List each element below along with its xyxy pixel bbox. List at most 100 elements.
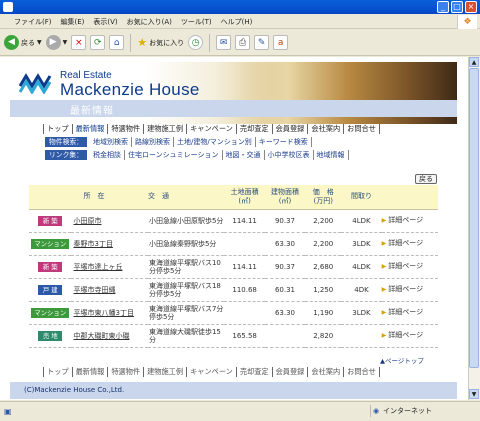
search-link-area[interactable]: 地域別検索 <box>90 136 132 147</box>
traffic-cell: 小田急線秦野駅歩5分 <box>147 232 225 256</box>
detail-cell[interactable]: 詳細ページ <box>381 278 438 302</box>
detail-cell[interactable]: 詳細ページ <box>381 209 438 233</box>
address-cell[interactable]: 秦野市3丁目 <box>71 232 148 256</box>
footer-nav-company[interactable]: 会社案内 <box>308 367 345 377</box>
footer-bar: (C)Mackenzie House Co.,Ltd. <box>10 382 457 399</box>
scroll-up-icon[interactable]: ▲ <box>469 57 479 67</box>
print-icon[interactable]: ⎙ <box>235 35 251 50</box>
home-icon[interactable]: ⌂ <box>109 35 125 50</box>
nav-appraisal[interactable]: 売却査定 <box>237 124 273 134</box>
address-cell[interactable]: 平塚市寺田縄 <box>71 278 148 302</box>
scroll-down-icon[interactable]: ▼ <box>469 389 479 399</box>
menu-favorites[interactable]: お気に入り(A) <box>127 17 172 27</box>
footer-nav-contact[interactable]: お問合せ <box>344 367 380 377</box>
building-cell: 63.30 <box>264 232 306 256</box>
back-button[interactable]: ◀ 戻る ▼ <box>4 35 42 50</box>
link-school[interactable]: 小中学校区表 <box>265 149 314 160</box>
land-cell: 165.58 <box>224 324 265 348</box>
close-button[interactable]: × <box>465 1 477 13</box>
nav-latest[interactable]: 最新情報 <box>73 124 109 134</box>
nav-contact[interactable]: お問合せ <box>344 124 380 134</box>
link-loan[interactable]: 住宅ローンシュミレーション <box>125 149 223 160</box>
footer-nav-latest[interactable]: 最新情報 <box>73 367 109 377</box>
scroll-thumb[interactable] <box>469 68 479 368</box>
search-link-line[interactable]: 路線別検索 <box>132 136 174 147</box>
detail-cell[interactable]: 詳細ページ <box>381 301 438 325</box>
header-traffic: 交 通 <box>147 185 225 210</box>
back-arrow-icon: ◀ <box>4 35 19 50</box>
company-logo-icon <box>18 73 52 94</box>
price-cell: 2,200 <box>305 209 342 233</box>
detail-cell[interactable]: 詳細ページ <box>381 232 438 256</box>
forward-button[interactable]: ▶ ▼ <box>45 35 68 50</box>
toolbar-divider <box>130 33 132 52</box>
minimize-button[interactable]: _ <box>437 1 449 13</box>
refresh-icon[interactable]: ⟳ <box>90 35 106 50</box>
land-cell: 110.68 <box>224 278 265 302</box>
page-viewport: Real Estate Mackenzie House 最新情報 トップ 最新情… <box>0 57 468 400</box>
address-cell[interactable]: 平塚市東八幡3丁目 <box>71 301 148 325</box>
menu-tools[interactable]: ツール(T) <box>181 17 212 27</box>
page-icon: ▣ <box>4 407 12 416</box>
building-cell: 60.31 <box>264 278 306 302</box>
footer-nav-featured[interactable]: 特選物件 <box>108 367 145 377</box>
edit-icon[interactable]: ✎ <box>254 35 270 50</box>
search-badge: 物件検索： <box>45 136 87 147</box>
header-layout: 間取り <box>341 185 382 210</box>
header-detail <box>381 185 438 210</box>
search-link-type[interactable]: 土地/建物/マンション別 <box>174 136 256 147</box>
footer-nav-campaign[interactable]: キャンペーン <box>187 367 237 377</box>
traffic-cell: 東海道線平塚駅バス10分停歩5分 <box>147 255 225 279</box>
nav-featured[interactable]: 特選物件 <box>108 124 145 134</box>
page-title: 最新情報 <box>70 106 114 117</box>
address-cell[interactable]: 中郡大磯町東小磯 <box>71 324 148 348</box>
type-badge: 戸 建 <box>38 284 63 295</box>
nav-construction[interactable]: 建物施工例 <box>144 124 188 134</box>
footer-nav-appraisal[interactable]: 売却査定 <box>237 367 273 377</box>
header-land: 土地面積 (㎡) <box>224 185 265 210</box>
footer-nav-register[interactable]: 会員登録 <box>273 367 309 377</box>
links-row: リンク集： 税金相談 住宅ローンシュミレーション 地図・交通 小中学校区表 地域… <box>45 149 425 160</box>
link-tax[interactable]: 税金相談 <box>90 149 125 160</box>
stop-icon[interactable]: × <box>71 35 87 50</box>
address-cell[interactable]: 小田原市 <box>71 209 148 233</box>
translate-icon[interactable]: a <box>273 35 289 50</box>
type-cell: 戸 建 <box>29 278 72 302</box>
chevron-down-icon[interactable]: ▼ <box>63 39 68 46</box>
browser-toolbar: ◀ 戻る ▼ ▶ ▼ × ⟳ ⌂ ★ お気に入り ◷ ✉ ⎙ ✎ a <box>0 30 480 56</box>
brand-name[interactable]: Mackenzie House <box>60 80 200 100</box>
page-top-link[interactable]: ▲ページトップ <box>380 355 424 365</box>
link-map[interactable]: 地図・交通 <box>223 149 265 160</box>
back-page-button[interactable]: 戻る <box>415 174 437 184</box>
history-icon[interactable]: ◷ <box>188 35 204 50</box>
header-building: 建物面積 (㎡) <box>264 185 306 210</box>
main-nav: トップ 最新情報 特選物件 建物施工例 キャンペーン 売却査定 会員登録 会社案… <box>43 124 380 134</box>
layout-cell: 4LDK <box>341 255 382 279</box>
nav-register[interactable]: 会員登録 <box>273 124 309 134</box>
mail-icon[interactable]: ✉ <box>216 35 232 50</box>
footer-nav-construction[interactable]: 建物施工例 <box>144 367 188 377</box>
detail-cell[interactable]: 詳細ページ <box>381 324 438 348</box>
nav-company[interactable]: 会社案内 <box>308 124 345 134</box>
menu-file[interactable]: ファイル(F) <box>14 17 52 27</box>
menu-help[interactable]: ヘルプ(H) <box>221 17 253 27</box>
nav-top[interactable]: トップ <box>43 124 73 134</box>
link-region[interactable]: 地域情報 <box>314 149 349 160</box>
layout-cell: 4LDK <box>341 209 382 233</box>
type-cell: 売 地 <box>29 324 72 348</box>
menu-view[interactable]: 表示(V) <box>93 17 117 27</box>
type-cell: 新 築 <box>29 209 72 233</box>
favorites-button[interactable]: ★ お気に入り <box>137 36 184 49</box>
type-badge: 売 地 <box>38 330 63 341</box>
maximize-button[interactable]: □ <box>451 1 463 13</box>
toolbar-divider <box>209 33 211 52</box>
sub-nav: 物件検索： 地域別検索 路線別検索 土地/建物/マンション別 キーワード検索 リ… <box>45 136 425 162</box>
menu-edit[interactable]: 編集(E) <box>61 17 85 27</box>
nav-campaign[interactable]: キャンペーン <box>187 124 237 134</box>
chevron-down-icon[interactable]: ▼ <box>37 39 42 46</box>
footer-nav-top[interactable]: トップ <box>43 367 73 377</box>
search-row: 物件検索： 地域別検索 路線別検索 土地/建物/マンション別 キーワード検索 <box>45 136 425 147</box>
search-link-keyword[interactable]: キーワード検索 <box>256 136 312 147</box>
address-cell[interactable]: 平塚市達上ヶ丘 <box>71 255 148 279</box>
detail-cell[interactable]: 詳細ページ <box>381 255 438 279</box>
